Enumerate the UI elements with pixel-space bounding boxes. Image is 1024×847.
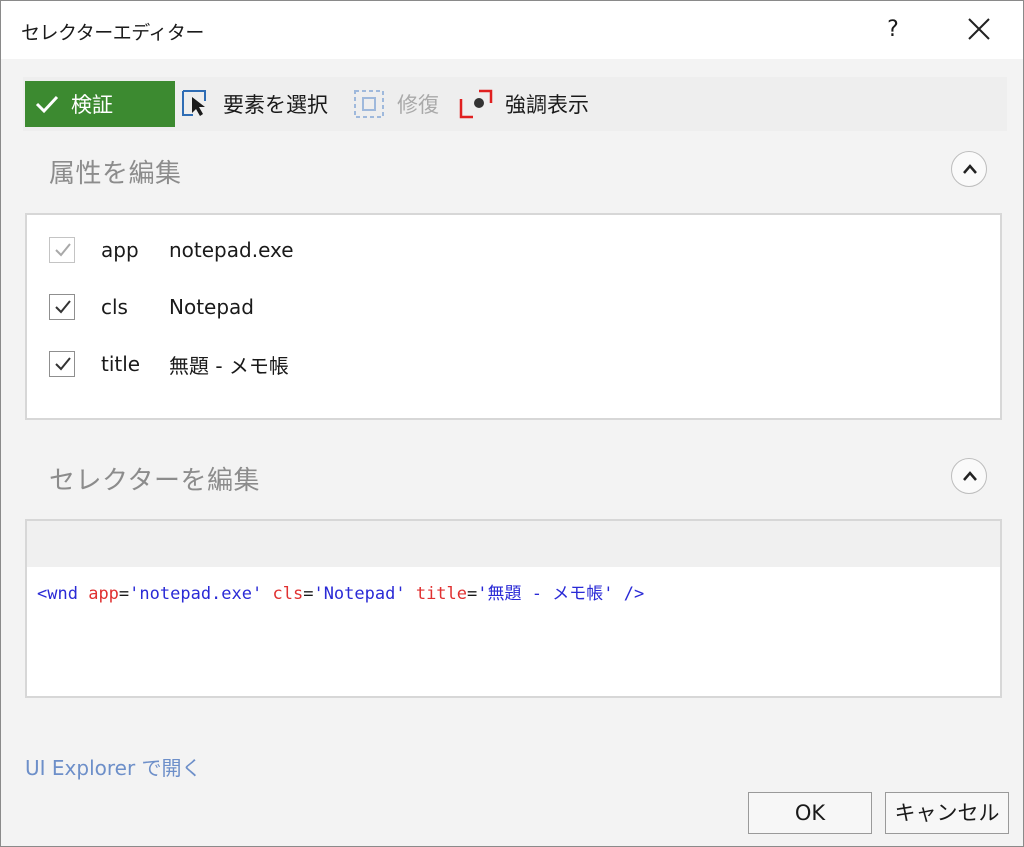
code-attr-name: title <box>415 584 468 604</box>
selector-collapse-button[interactable] <box>951 458 987 494</box>
chevron-up-icon <box>963 164 977 174</box>
check-icon <box>55 357 71 371</box>
editor-header-bar <box>27 521 1000 567</box>
repair-label: 修復 <box>397 93 439 117</box>
code-tag-open: <wnd <box>37 584 78 604</box>
attributes-section-title: 属性を編集 <box>49 159 182 189</box>
highlight-label: 強調表示 <box>505 93 589 117</box>
validate-button[interactable]: 検証 <box>25 81 175 127</box>
chevron-up-icon <box>963 471 977 481</box>
selector-editor-dialog: セレクターエディター ? 検証 要素を選択 修復 強調表示 属性を編集 app … <box>0 0 1024 847</box>
select-element-icon <box>182 90 206 116</box>
attribute-value: Notepad <box>169 295 254 319</box>
attribute-row: cls Notepad <box>49 292 254 322</box>
toolbar: 検証 要素を選択 修復 強調表示 <box>23 77 1007 131</box>
validate-label: 検証 <box>71 93 113 117</box>
attribute-name: title <box>101 352 141 376</box>
code-tag-close: /> <box>623 584 645 604</box>
code-attr-name: cls <box>272 584 304 604</box>
window-title: セレクターエディター <box>21 22 204 44</box>
attribute-row: app notepad.exe <box>49 235 294 265</box>
attribute-value: notepad.exe <box>169 238 294 262</box>
highlight-button[interactable]: 強調表示 <box>459 81 589 127</box>
help-button[interactable]: ? <box>873 11 913 49</box>
ok-button[interactable]: OK <box>748 792 872 834</box>
open-in-ui-explorer-link[interactable]: UI Explorer で開く <box>25 752 202 781</box>
checkmark-icon <box>35 95 59 114</box>
code-attr-value: 'Notepad' <box>313 584 406 604</box>
attribute-name: cls <box>101 295 128 319</box>
select-element-label: 要素を選択 <box>223 93 328 117</box>
highlight-icon <box>459 89 493 119</box>
title-bar: セレクターエディター ? <box>1 1 1023 59</box>
attribute-checkbox[interactable] <box>49 294 75 320</box>
selector-section-title: セレクターを編集 <box>49 466 260 496</box>
attribute-name: app <box>101 238 139 262</box>
attributes-list: app notepad.exe cls Notepad title 無題 - メ… <box>25 213 1002 420</box>
select-element-button[interactable]: 要素を選択 <box>181 81 328 127</box>
attribute-row: title 無題 - メモ帳 <box>49 349 289 379</box>
selector-code[interactable]: <wnd app='notepad.exe' cls='Notepad' tit… <box>37 579 644 604</box>
repair-icon <box>354 90 384 118</box>
attribute-value: 無題 - メモ帳 <box>169 353 289 378</box>
check-icon <box>55 300 71 314</box>
close-icon <box>968 18 990 40</box>
attribute-checkbox[interactable] <box>49 351 75 377</box>
close-button[interactable] <box>956 11 1002 49</box>
check-icon <box>55 243 71 257</box>
code-attr-value: '無題 - メモ帳' <box>477 584 614 604</box>
selector-editor[interactable]: <wnd app='notepad.exe' cls='Notepad' tit… <box>25 519 1002 698</box>
cancel-button[interactable]: キャンセル <box>885 792 1009 834</box>
repair-button[interactable]: 修復 <box>353 81 439 127</box>
attribute-checkbox[interactable] <box>49 237 75 263</box>
code-attr-value: 'notepad.exe' <box>129 584 263 604</box>
code-attr-name: app <box>88 584 119 604</box>
attributes-collapse-button[interactable] <box>951 151 987 187</box>
